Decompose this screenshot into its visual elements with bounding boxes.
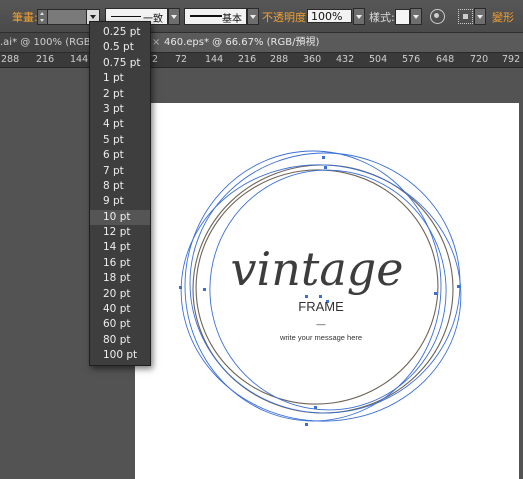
anchor-point	[434, 292, 437, 295]
ruler-label: 432	[336, 54, 355, 65]
artboard[interactable]: vintage FRAME — write your message here	[135, 103, 519, 479]
style-dropdown-button[interactable]	[410, 8, 422, 25]
artwork-canvas[interactable]: vintage FRAME — write your message here	[135, 103, 519, 479]
tab-active-label: 460.eps* @ 66.67% (RGB/預視)	[164, 37, 320, 48]
menu-item[interactable]: 20 pt	[90, 287, 150, 302]
ruler-label: 288	[1, 54, 20, 65]
menu-item-selected[interactable]: 10 pt	[90, 209, 150, 226]
ruler-label: 504	[369, 54, 388, 65]
control-bar: 筆畫: 一致 基本 不透明度: 100% 樣式: 變形	[0, 0, 523, 33]
close-icon[interactable]: ×	[152, 33, 162, 52]
menu-item[interactable]: 14 pt	[90, 240, 150, 255]
menu-item[interactable]: 6 pt	[90, 148, 150, 163]
ruler-label: 792	[502, 54, 521, 65]
menu-item[interactable]: 18 pt	[90, 271, 150, 286]
ruler-label: 144	[205, 54, 224, 65]
ruler-label: 144	[70, 54, 89, 65]
ruler-label: 648	[436, 54, 455, 65]
brush-definition[interactable]: 基本	[184, 8, 247, 25]
message-text: write your message here	[279, 333, 362, 342]
style-label: 樣式:	[369, 11, 395, 24]
stroke-label: 筆畫:	[12, 11, 38, 24]
menu-item[interactable]: 60 pt	[90, 317, 150, 332]
menu-item[interactable]: 5 pt	[90, 133, 150, 148]
anchor-point	[457, 285, 460, 288]
menu-item[interactable]: 2 pt	[90, 87, 150, 102]
anchor-point	[324, 166, 327, 169]
ruler-label: 288	[270, 54, 289, 65]
dash-text: —	[317, 319, 326, 329]
align-dropdown-button[interactable]	[474, 8, 486, 25]
brush-label: 基本	[222, 14, 242, 25]
horizontal-ruler[interactable]: 288 216 144 72 72 144 216 288 360 432 50…	[0, 53, 523, 68]
menu-item[interactable]: 12 pt	[90, 225, 150, 240]
document-tab-bar: .ai* @ 100% (RGB/預視) × 460.eps* @ 66.67% …	[0, 33, 523, 53]
opacity-field[interactable]: 100%	[307, 9, 352, 23]
menu-item[interactable]: 7 pt	[90, 164, 150, 179]
menu-item[interactable]: 1 pt	[90, 71, 150, 86]
menu-item[interactable]: 9 pt	[90, 194, 150, 209]
ruler-label: 360	[303, 54, 322, 65]
tab-document-active[interactable]: × 460.eps* @ 66.67% (RGB/預視)	[150, 33, 523, 52]
menu-item[interactable]: 80 pt	[90, 333, 150, 348]
graphic-style-swatch[interactable]	[395, 9, 410, 25]
stroke-weight-field[interactable]	[47, 9, 88, 25]
ruler-label: 576	[402, 54, 421, 65]
anchor-point	[203, 288, 206, 291]
ruler-label: 216	[36, 54, 55, 65]
align-icon[interactable]	[458, 9, 473, 24]
anchor-point	[322, 156, 325, 159]
frame-text: FRAME	[298, 299, 344, 314]
menu-item[interactable]: 0.75 pt	[90, 56, 150, 71]
profile-dropdown-button[interactable]	[168, 8, 180, 25]
recolor-artwork-icon[interactable]	[430, 9, 445, 24]
ruler-label: 72	[175, 54, 188, 65]
ruler-label: 216	[238, 54, 257, 65]
menu-item[interactable]: 8 pt	[90, 179, 150, 194]
menu-item[interactable]: 0.25 pt	[90, 25, 150, 40]
transform-label[interactable]: 變形	[492, 9, 514, 25]
menu-item[interactable]: 0.5 pt	[90, 40, 150, 55]
stroke-weight-menu: 0.25 pt 0.5 pt 0.75 pt 1 pt 2 pt 3 pt 4 …	[89, 21, 151, 366]
anchor-point	[305, 423, 308, 426]
menu-item[interactable]: 3 pt	[90, 102, 150, 117]
opacity-dropdown-button[interactable]	[353, 8, 365, 25]
menu-item[interactable]: 4 pt	[90, 117, 150, 132]
script-title: vintage	[231, 242, 404, 296]
ruler-label: 720	[470, 54, 489, 65]
opacity-label: 不透明度:	[262, 11, 310, 24]
anchor-point	[179, 286, 182, 289]
menu-item[interactable]: 16 pt	[90, 256, 150, 271]
brush-dropdown-button[interactable]	[247, 8, 259, 25]
menu-item[interactable]: 40 pt	[90, 302, 150, 317]
menu-item[interactable]: 100 pt	[90, 348, 150, 363]
anchor-point	[314, 406, 317, 409]
